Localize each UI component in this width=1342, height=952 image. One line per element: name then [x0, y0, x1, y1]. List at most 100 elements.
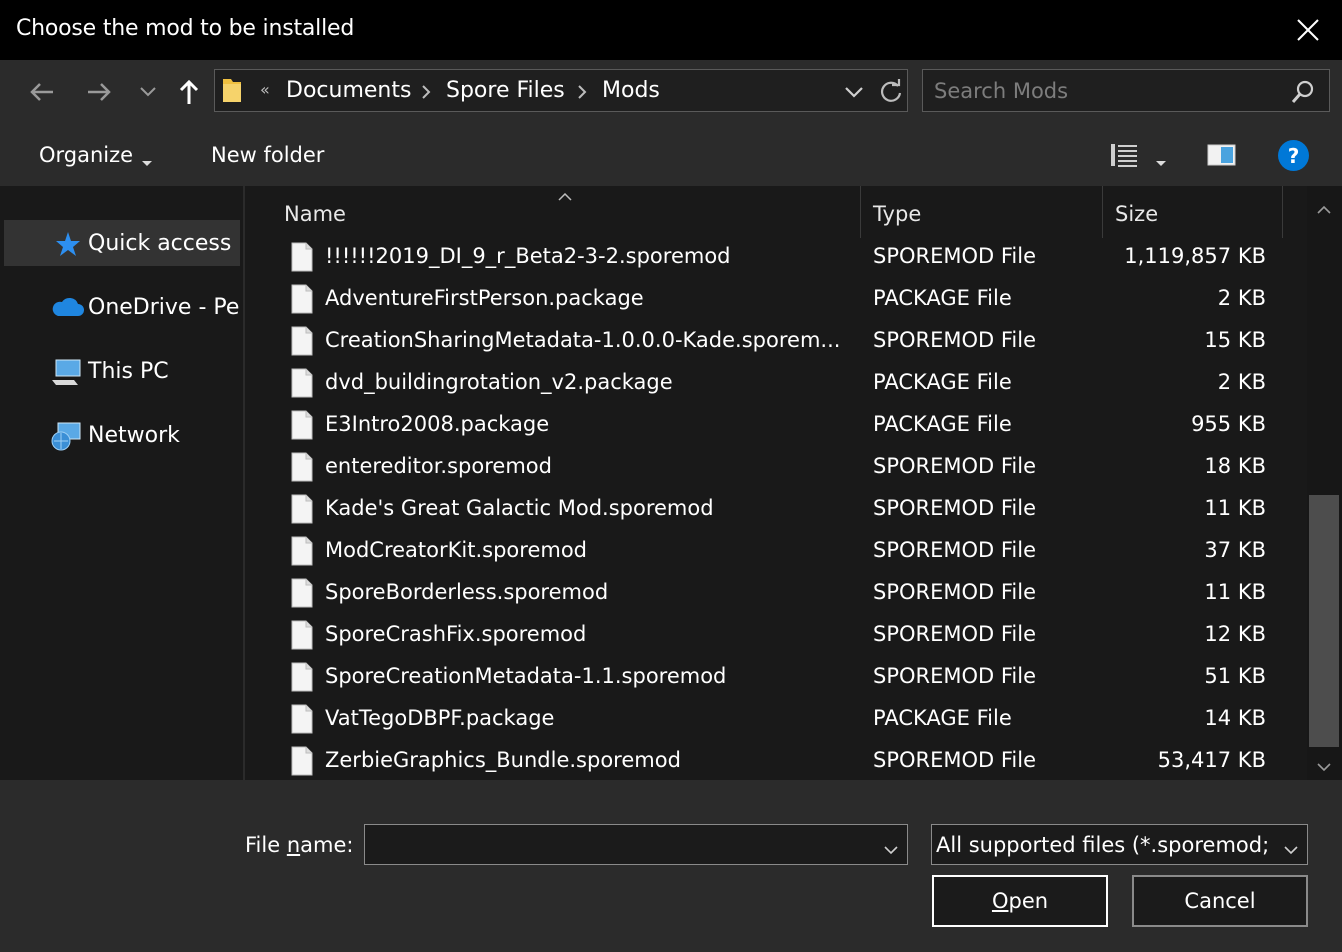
file-icon — [290, 536, 314, 570]
file-name-history-chevron-icon[interactable] — [884, 840, 898, 859]
search-icon[interactable] — [1290, 79, 1316, 109]
file-size: 2 KB — [1217, 370, 1266, 394]
column-header-type[interactable]: Type — [873, 202, 921, 226]
help-icon[interactable]: ? — [1278, 140, 1309, 171]
file-icon — [290, 620, 314, 654]
table-row[interactable]: E3Intro2008.package PACKAGE File 955 KB — [246, 404, 1306, 446]
open-button[interactable]: Open — [932, 875, 1108, 927]
file-name: E3Intro2008.package — [325, 412, 550, 436]
file-size: 12 KB — [1204, 622, 1266, 646]
sort-ascending-icon — [558, 186, 572, 205]
search-placeholder[interactable]: Search Mods — [934, 79, 1068, 103]
column-divider[interactable] — [1282, 186, 1283, 238]
sidebar-item-onedrive[interactable]: OneDrive - Per — [4, 286, 240, 332]
table-row[interactable]: CreationSharingMetadata-1.0.0.0-Kade.spo… — [246, 320, 1306, 362]
table-row[interactable]: AdventureFirstPerson.package PACKAGE File… — [246, 278, 1306, 320]
table-row[interactable]: SporeBorderless.sporemod SPOREMOD File 11 … — [246, 572, 1306, 614]
file-name: ZerbieGraphics_Bundle.sporemod — [325, 748, 681, 772]
up-arrow-icon[interactable] — [171, 74, 207, 110]
pane-splitter[interactable] — [243, 186, 245, 780]
file-name: entereditor.sporemod — [325, 454, 552, 478]
table-row[interactable]: SporeCreationMetadata-1.1.sporemod SPOREM… — [246, 656, 1306, 698]
back-arrow-icon[interactable] — [24, 74, 60, 110]
file-size: 14 KB — [1204, 706, 1266, 730]
address-history-chevron-icon[interactable] — [844, 84, 864, 103]
close-icon[interactable] — [1290, 12, 1326, 48]
table-row[interactable]: VatTegoDBPF.package PACKAGE File 14 KB — [246, 698, 1306, 740]
table-row[interactable]: ZerbieGraphics_Bundle.sporemod SPOREMOD F… — [246, 740, 1306, 782]
file-type: SPOREMOD File — [873, 580, 1037, 604]
file-name: SporeBorderless.sporemod — [325, 580, 609, 604]
view-options-dropdown-icon[interactable] — [1156, 152, 1166, 171]
column-divider[interactable] — [1102, 186, 1103, 238]
file-size: 11 KB — [1204, 496, 1266, 520]
file-name: !!!!!!2019_DI_9_r_Beta2-3-2.sporemod — [325, 244, 731, 268]
column-divider[interactable] — [860, 186, 861, 238]
chevron-right-icon[interactable] — [420, 84, 432, 104]
command-bar — [0, 124, 1342, 186]
file-icon — [290, 368, 314, 402]
file-icon — [290, 746, 314, 780]
table-row[interactable]: !!!!!!2019_DI_9_r_Beta2-3-2.sporemod SPOR… — [246, 236, 1306, 278]
file-size: 15 KB — [1204, 328, 1266, 352]
table-row[interactable]: Kade's Great Galactic Mod.sporemod SPOREM… — [246, 488, 1306, 530]
breadcrumb-overflow[interactable]: « — [260, 80, 270, 99]
file-name: SporeCreationMetadata-1.1.sporemod — [325, 664, 727, 688]
file-type: SPOREMOD File — [873, 454, 1037, 478]
file-type: SPOREMOD File — [873, 244, 1037, 268]
scrollbar-thumb[interactable] — [1309, 495, 1339, 747]
table-row[interactable]: entereditor.sporemod SPOREMOD File 18 KB — [246, 446, 1306, 488]
file-name: SporeCrashFix.sporemod — [325, 622, 587, 646]
file-size: 1,119,857 KB — [1124, 244, 1266, 268]
file-name-input[interactable] — [364, 824, 908, 865]
sidebar-item-label: Network — [88, 423, 180, 448]
breadcrumb-spore-files[interactable]: Spore Files — [446, 78, 565, 103]
preview-pane-icon[interactable] — [1207, 143, 1237, 171]
file-type: SPOREMOD File — [873, 328, 1037, 352]
table-row[interactable]: dvd_buildingrotation_v2.package PACKAGE F… — [246, 362, 1306, 404]
file-icon — [290, 326, 314, 360]
details-view-icon[interactable] — [1110, 142, 1138, 172]
file-name-label: File name: — [245, 833, 353, 857]
scroll-down-icon[interactable] — [1316, 757, 1332, 776]
chevron-down-icon[interactable] — [130, 74, 166, 110]
table-row[interactable]: ModCreatorKit.sporemod SPOREMOD File 37 KB — [246, 530, 1306, 572]
file-icon — [290, 704, 314, 738]
cancel-button[interactable]: Cancel — [1132, 875, 1308, 927]
file-name-label-text: ame: — [300, 833, 354, 857]
table-row[interactable]: SporeCrashFix.sporemod SPOREMOD File 12 KB — [246, 614, 1306, 656]
column-header-size[interactable]: Size — [1115, 202, 1158, 226]
file-type: SPOREMOD File — [873, 664, 1037, 688]
sidebar-item-label: OneDrive - Per — [88, 295, 240, 320]
file-name: CreationSharingMetadata-1.0.0.0-Kade.spo… — [325, 328, 841, 352]
file-type-value[interactable]: All supported files (*.sporemod; — [936, 833, 1276, 857]
sidebar-item-network[interactable]: Network — [4, 414, 240, 460]
cloud-icon — [50, 296, 84, 322]
file-size: 18 KB — [1204, 454, 1266, 478]
breadcrumb-mods[interactable]: Mods — [602, 78, 660, 103]
file-name-accel-key: n — [286, 833, 301, 857]
navigation-pane — [0, 186, 242, 780]
folder-icon — [221, 76, 243, 108]
sidebar-item-label: This PC — [88, 359, 169, 384]
network-icon — [50, 421, 84, 457]
file-name: VatTegoDBPF.package — [325, 706, 555, 730]
organize-dropdown-icon[interactable] — [142, 152, 152, 171]
forward-arrow-icon[interactable] — [81, 74, 117, 110]
window-title: Choose the mod to be installed — [16, 16, 355, 41]
organize-button[interactable]: Organize — [39, 143, 133, 167]
file-size: 11 KB — [1204, 580, 1266, 604]
file-type-chevron-icon[interactable] — [1284, 840, 1298, 859]
refresh-icon[interactable] — [878, 78, 904, 108]
breadcrumb-documents[interactable]: Documents — [286, 78, 411, 103]
file-name: ModCreatorKit.sporemod — [325, 538, 587, 562]
sidebar-item-this-pc[interactable]: This PC — [4, 350, 240, 396]
file-name-label-text: File — [245, 833, 287, 857]
new-folder-button[interactable]: New folder — [211, 143, 324, 167]
file-icon — [290, 494, 314, 528]
column-header-name[interactable]: Name — [284, 202, 346, 226]
scroll-up-icon[interactable] — [1316, 200, 1332, 219]
chevron-right-icon[interactable] — [576, 84, 588, 104]
file-icon — [290, 410, 314, 444]
file-icon — [290, 452, 314, 486]
